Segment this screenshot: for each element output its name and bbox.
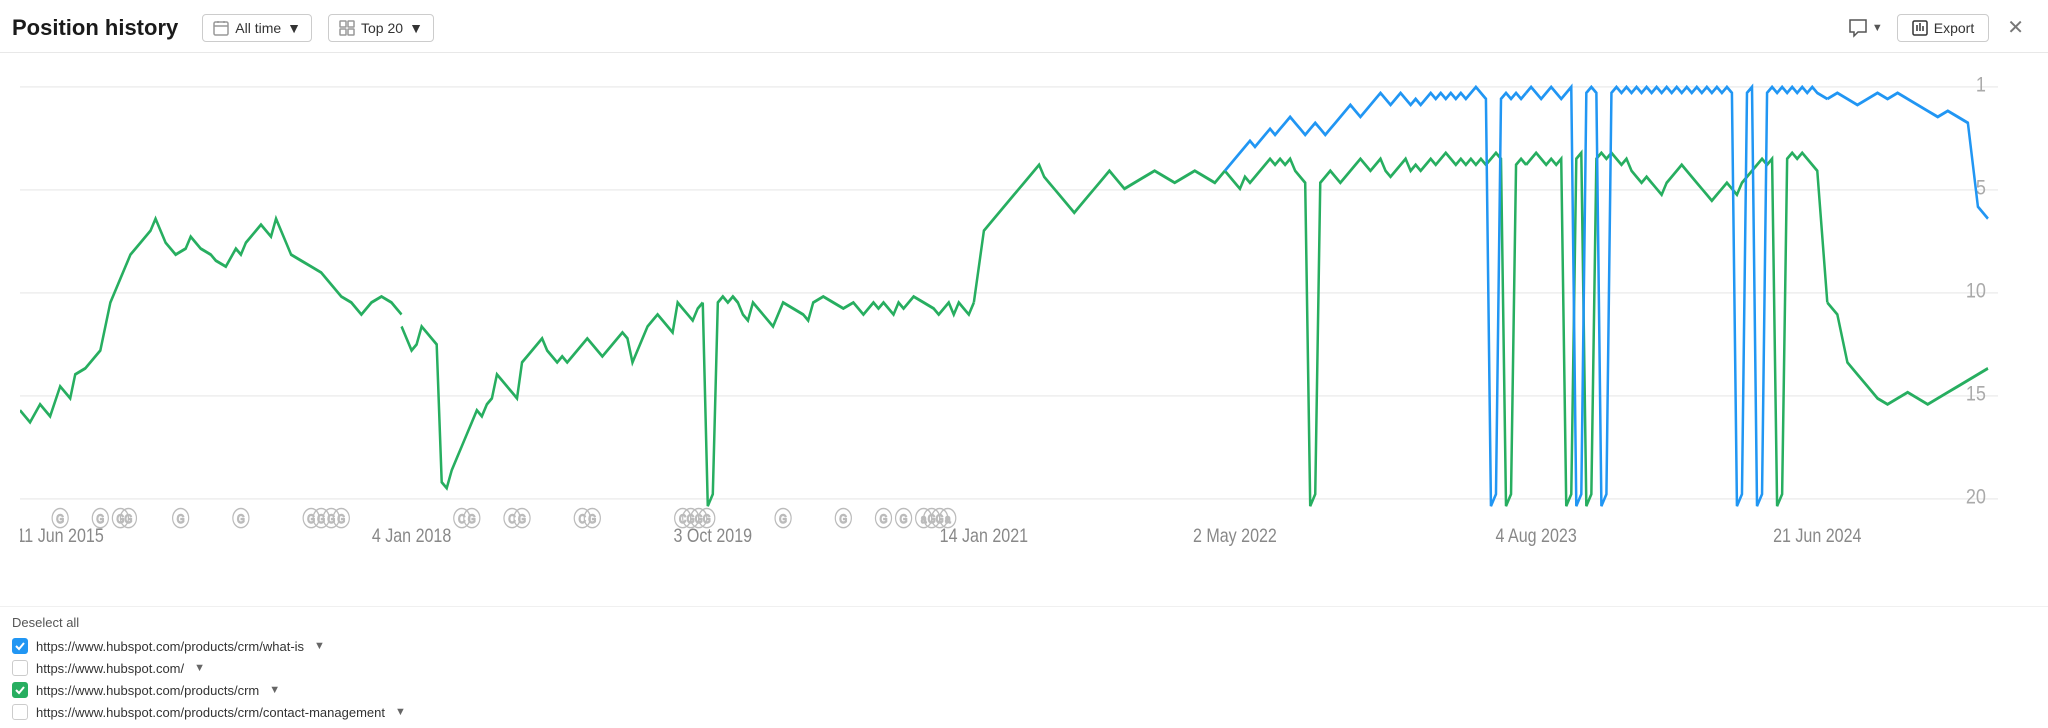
svg-text:G: G (125, 513, 133, 526)
checkmark-icon-0 (14, 640, 26, 652)
legend-url-3: https://www.hubspot.com/products/crm/con… (36, 705, 385, 720)
deselect-all-button[interactable]: Deselect all (12, 615, 2036, 630)
legend-arrow-2[interactable]: ▼ (269, 684, 280, 696)
legend-items: https://www.hubspot.com/products/crm/wha… (12, 638, 2036, 720)
export-button[interactable]: Export (1897, 14, 1989, 42)
close-button[interactable]: ✕ (2003, 16, 2028, 40)
comment-chevron: ▼ (1872, 22, 1883, 34)
svg-text:1: 1 (1976, 73, 1986, 97)
header: Position history All time ▼ Top 20 ▼ (0, 0, 2048, 53)
legend-item-2[interactable]: https://www.hubspot.com/products/crm ▼ (12, 682, 2036, 698)
main-container: Position history All time ▼ Top 20 ▼ (0, 0, 2048, 728)
time-filter-label: All time (235, 20, 281, 36)
svg-text:G: G (588, 513, 596, 526)
svg-text:a: a (945, 513, 951, 526)
svg-text:2 May 2022: 2 May 2022 (1193, 525, 1277, 547)
svg-text:G: G (56, 513, 64, 526)
position-chart: 1 5 10 15 20 11 Jun 2015 4 Jan 2018 3 Oc… (20, 63, 1998, 566)
legend-item-1[interactable]: https://www.hubspot.com/ ▼ (12, 660, 2036, 676)
svg-text:15: 15 (1966, 382, 1986, 406)
svg-text:G: G (839, 513, 847, 526)
legend-area: Deselect all https://www.hubspot.com/pro… (0, 606, 2048, 728)
grid-icon (339, 20, 355, 36)
legend-item-0[interactable]: https://www.hubspot.com/products/crm/wha… (12, 638, 2036, 654)
legend-url-2: https://www.hubspot.com/products/crm (36, 683, 259, 698)
time-filter-chevron: ▼ (287, 20, 301, 36)
page-title: Position history (12, 15, 178, 41)
legend-arrow-3[interactable]: ▼ (395, 706, 406, 718)
checkmark-icon-2 (14, 684, 26, 696)
svg-text:G: G (880, 513, 888, 526)
legend-arrow-1[interactable]: ▼ (194, 662, 205, 674)
comment-button[interactable]: ▼ (1848, 18, 1883, 38)
legend-checkbox-2[interactable] (12, 682, 28, 698)
top-filter-label: Top 20 (361, 20, 403, 36)
export-icon (1912, 20, 1928, 36)
header-right: ▼ Export ✕ (1848, 14, 2028, 42)
svg-text:14 Jan 2021: 14 Jan 2021 (940, 525, 1028, 547)
legend-url-0: https://www.hubspot.com/products/crm/wha… (36, 639, 304, 654)
top-filter-button[interactable]: Top 20 ▼ (328, 14, 434, 42)
legend-checkbox-3[interactable] (12, 704, 28, 720)
legend-checkbox-0[interactable] (12, 638, 28, 654)
legend-url-1: https://www.hubspot.com/ (36, 661, 184, 676)
svg-text:G: G (703, 513, 711, 526)
export-label: Export (1934, 20, 1974, 36)
legend-checkbox-1[interactable] (12, 660, 28, 676)
top-filter-chevron: ▼ (409, 20, 423, 36)
svg-text:20: 20 (1966, 485, 1986, 509)
comment-icon (1848, 18, 1868, 38)
svg-text:4 Jan 2018: 4 Jan 2018 (372, 525, 452, 547)
svg-text:21 Jun 2024: 21 Jun 2024 (1773, 525, 1862, 547)
svg-text:G: G (779, 513, 787, 526)
svg-text:4 Aug 2023: 4 Aug 2023 (1496, 525, 1577, 547)
calendar-icon (213, 20, 229, 36)
svg-text:G: G (900, 513, 908, 526)
svg-text:G: G (518, 513, 526, 526)
svg-text:10: 10 (1966, 279, 1986, 303)
legend-arrow-0[interactable]: ▼ (314, 640, 325, 652)
chart-area: 1 5 10 15 20 11 Jun 2015 4 Jan 2018 3 Oc… (0, 53, 2048, 606)
svg-text:G: G (177, 513, 185, 526)
svg-text:3 Oct 2019: 3 Oct 2019 (674, 525, 753, 547)
time-filter-button[interactable]: All time ▼ (202, 14, 312, 42)
svg-text:G: G (468, 513, 476, 526)
svg-text:G: G (237, 513, 245, 526)
svg-text:G: G (337, 513, 345, 526)
legend-item-3[interactable]: https://www.hubspot.com/products/crm/con… (12, 704, 2036, 720)
svg-text:G: G (96, 513, 104, 526)
